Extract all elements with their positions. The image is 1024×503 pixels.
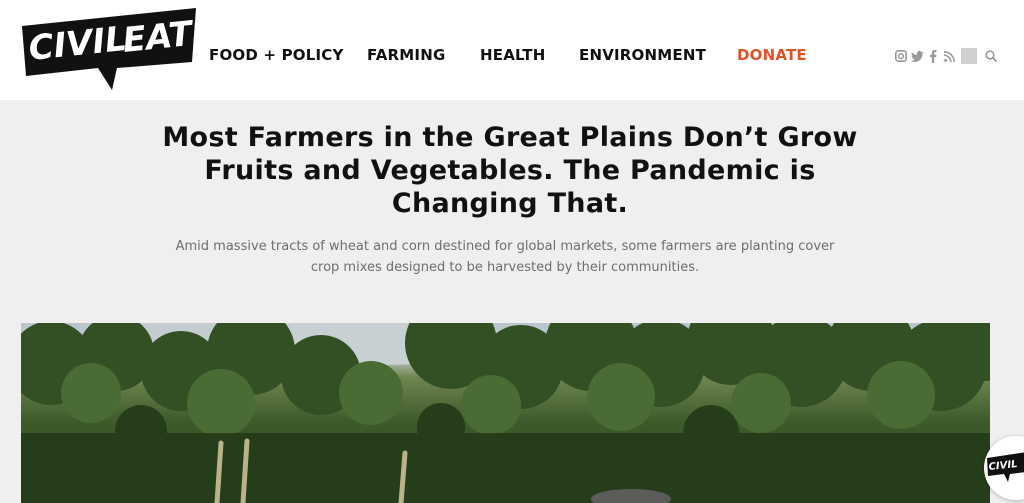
nav-donate[interactable]: DONATE: [737, 46, 807, 64]
article-subtitle: Amid massive tracts of wheat and corn de…: [175, 239, 835, 275]
nav-environment[interactable]: ENVIRONMENT: [579, 46, 706, 64]
civil-eats-badge[interactable]: CIVIL: [984, 436, 1024, 500]
nav-health[interactable]: HEALTH: [480, 46, 545, 64]
facebook-icon[interactable]: [925, 48, 941, 64]
civil-eats-logo[interactable]: CIVIL EATS: [20, 6, 218, 92]
hero-image: [21, 323, 990, 503]
search-icon[interactable]: [983, 48, 999, 64]
social-divider: [961, 48, 977, 64]
rss-icon[interactable]: [941, 48, 957, 64]
social-links: [893, 48, 999, 64]
article-title: Most Farmers in the Great Plains Don’t G…: [162, 122, 858, 219]
nav-farming[interactable]: FARMING: [367, 46, 445, 64]
site-header: CIVIL EATS FOOD + POLICY FARMING HEALTH …: [0, 0, 1024, 100]
instagram-icon[interactable]: [893, 48, 909, 64]
nav-food-policy[interactable]: FOOD + POLICY: [209, 46, 344, 64]
twitter-icon[interactable]: [909, 48, 925, 64]
